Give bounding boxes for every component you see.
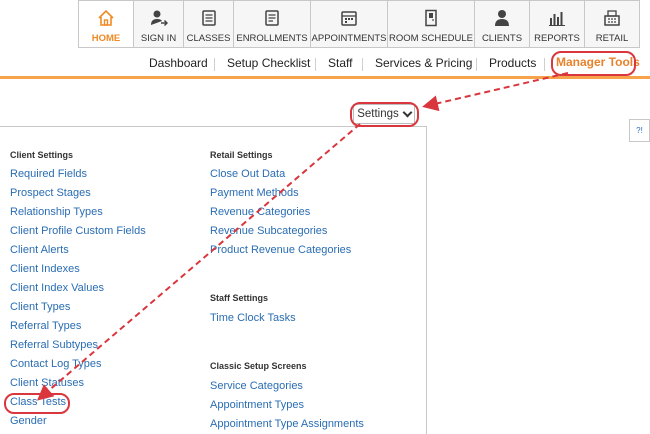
reports-icon xyxy=(548,9,566,27)
subnav-divider xyxy=(362,58,363,71)
subnav-divider xyxy=(476,58,477,71)
tab-home[interactable]: HOME xyxy=(78,1,134,48)
tab-appointments[interactable]: APPOINTMENTS xyxy=(311,1,388,48)
subnav-services-pricing[interactable]: Services & Pricing xyxy=(375,56,472,70)
link-client-indexes[interactable]: Client Indexes xyxy=(10,263,80,275)
link-client-alerts[interactable]: Client Alerts xyxy=(10,244,69,256)
client-settings-header: Client Settings xyxy=(10,150,74,160)
link-relationship-types[interactable]: Relationship Types xyxy=(10,206,103,218)
link-product-revenue-categories[interactable]: Product Revenue Categories xyxy=(210,244,351,256)
tab-label: REPORTS xyxy=(534,33,580,44)
subnav-divider xyxy=(214,58,215,71)
subnav-products[interactable]: Products xyxy=(489,56,536,70)
subnav-staff[interactable]: Staff xyxy=(328,56,352,70)
subnav-divider xyxy=(315,58,316,71)
tab-reports[interactable]: REPORTS xyxy=(530,1,585,48)
link-client-index-values[interactable]: Client Index Values xyxy=(10,282,104,294)
tab-label: CLIENTS xyxy=(481,33,523,44)
subnav-setup-checklist[interactable]: Setup Checklist xyxy=(227,56,310,70)
link-client-profile-custom-fields[interactable]: Client Profile Custom Fields xyxy=(10,225,146,237)
link-referral-subtypes[interactable]: Referral Subtypes xyxy=(10,339,98,351)
subnav-divider xyxy=(544,58,545,71)
link-close-out-data[interactable]: Close Out Data xyxy=(210,168,285,180)
link-revenue-categories[interactable]: Revenue Categories xyxy=(210,206,310,218)
staff-settings-header: Staff Settings xyxy=(210,293,269,303)
link-appointment-type-assignments[interactable]: Appointment Type Assignments xyxy=(210,418,364,430)
link-revenue-subcategories[interactable]: Revenue Subcategories xyxy=(210,225,327,237)
classic-setup-header: Classic Setup Screens xyxy=(210,361,307,371)
annotation-oval-settings xyxy=(350,102,419,127)
link-client-types[interactable]: Client Types xyxy=(10,301,70,313)
tab-label: RETAIL xyxy=(595,33,629,44)
tab-clients[interactable]: CLIENTS xyxy=(475,1,530,48)
link-time-clock-tasks[interactable]: Time Clock Tasks xyxy=(210,312,296,324)
subnav-dashboard[interactable]: Dashboard xyxy=(149,56,208,70)
tab-label: HOME xyxy=(91,33,121,44)
tab-label: SIGN IN xyxy=(140,33,177,44)
tab-retail[interactable]: RETAIL xyxy=(585,1,640,48)
appointments-icon xyxy=(340,9,358,27)
retail-icon xyxy=(603,9,621,27)
link-referral-types[interactable]: Referral Types xyxy=(10,320,81,332)
link-client-statuses[interactable]: Client Statuses xyxy=(10,377,84,389)
tab-label: CLASSES xyxy=(186,33,231,44)
tab-sign-in[interactable]: SIGN IN xyxy=(134,1,184,48)
link-gender[interactable]: Gender xyxy=(10,415,47,427)
tab-enrollments[interactable]: ENROLLMENTS xyxy=(234,1,311,48)
link-service-categories[interactable]: Service Categories xyxy=(210,380,303,392)
home-icon xyxy=(97,9,115,27)
sign-in-icon xyxy=(150,9,168,27)
tab-label: APPOINTMENTS xyxy=(311,33,387,44)
tab-label: ENROLLMENTS xyxy=(236,33,308,44)
tab-classes[interactable]: CLASSES xyxy=(184,1,234,48)
main-nav: HOME SIGN IN CLASSES ENROLLMENTS APPOINT… xyxy=(78,0,640,49)
tab-label: ROOM SCHEDULE xyxy=(389,33,473,44)
annotation-oval-class-tests xyxy=(4,393,70,414)
annotation-oval-manager-tools xyxy=(551,51,636,76)
link-contact-log-types[interactable]: Contact Log Types xyxy=(10,358,102,370)
link-appointment-types[interactable]: Appointment Types xyxy=(210,399,304,411)
clients-icon xyxy=(493,9,511,27)
tab-room-schedule[interactable]: ROOM SCHEDULE xyxy=(388,1,475,48)
help-tab[interactable]: ?! xyxy=(629,119,650,142)
classes-icon xyxy=(200,9,218,27)
link-payment-methods[interactable]: Payment Methods xyxy=(210,187,299,199)
retail-settings-header: Retail Settings xyxy=(210,150,273,160)
link-required-fields[interactable]: Required Fields xyxy=(10,168,87,180)
link-prospect-stages[interactable]: Prospect Stages xyxy=(10,187,91,199)
room-schedule-icon xyxy=(422,9,440,27)
enrollments-icon xyxy=(263,9,281,27)
